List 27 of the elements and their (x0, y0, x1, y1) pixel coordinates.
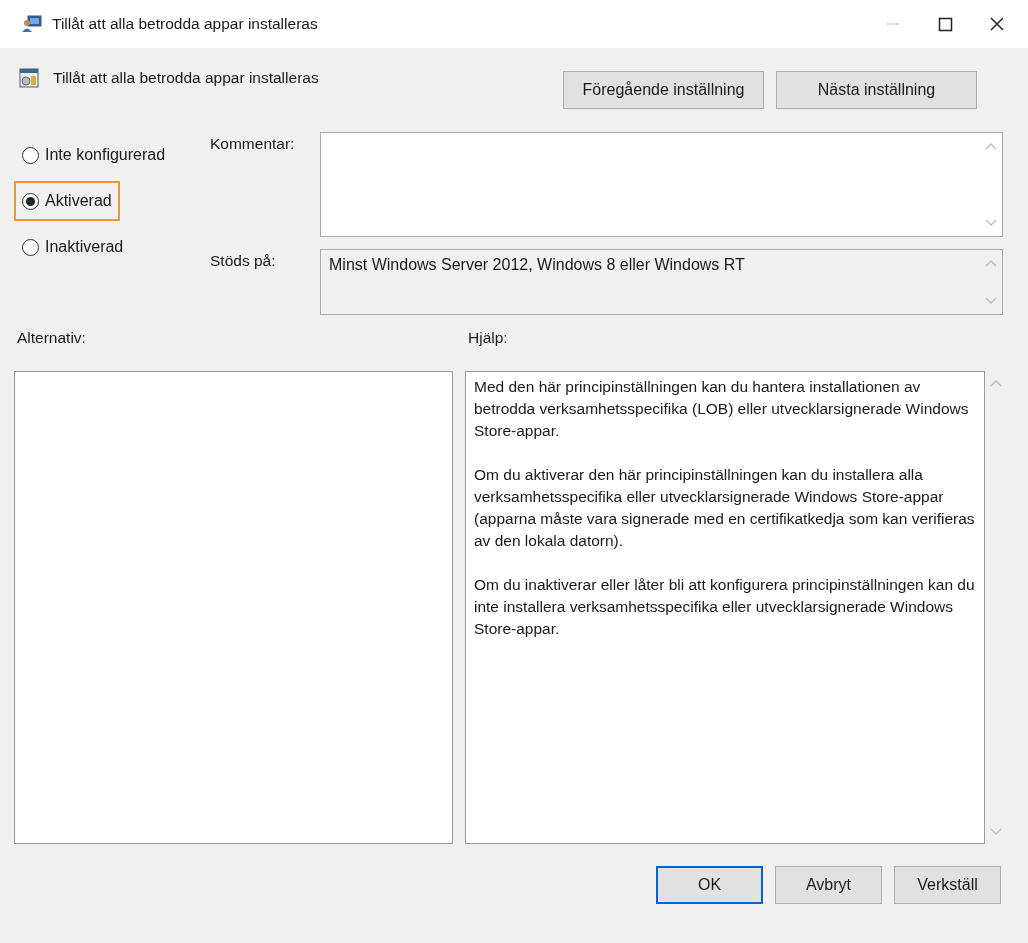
policy-name: Tillåt att alla betrodda appar installeras (53, 69, 319, 87)
setting-nav-button[interactable]: Föregående inställning (563, 71, 764, 109)
help-paragraph: Om du inaktiverar eller låter bli att konfigurera principinställningen kan du inte installera verksamhetsspecifika eller utvecklarsignerade Windows Store-appar. (474, 575, 976, 639)
help-paragraph: Om du aktiverar den här principinställningen kan du installera alla verksamhetsspecifika eller utvecklarsignerade Windows Store-appar (apparna måste vara signerade med en certifikatkedja som kan verifieras av den lokala datorn). (474, 465, 976, 551)
radio-option[interactable]: Aktiverad (14, 181, 120, 221)
radio-option[interactable]: Inaktiverad (14, 227, 132, 267)
computer-user-icon (22, 15, 42, 33)
scroll-up-icon[interactable] (985, 142, 997, 150)
comment-label: Kommentar: (210, 134, 296, 154)
window-title: Tillåt att alla betrodda appar installeras (52, 15, 319, 33)
comment-field[interactable] (320, 132, 1003, 237)
scroll-up-icon[interactable] (990, 379, 1002, 387)
supported-label: Stöds på: (210, 251, 277, 271)
scroll-up-icon[interactable] (985, 259, 997, 267)
setting-nav-button[interactable]: Nästa inställning (776, 71, 977, 109)
help-label: Hjälp: (467, 329, 509, 348)
help-paragraph: Med den här principinställningen kan du hantera installationen av betrodda verksamhetsspecifika (LOB) eller utvecklarsignerade Windows Store-appar. (474, 377, 970, 441)
options-label: Alternativ: (16, 329, 87, 348)
policy-setting-icon (19, 68, 39, 88)
radio-option[interactable]: Inte konfigurerad (14, 135, 174, 175)
scroll-down-icon[interactable] (985, 219, 997, 227)
scroll-down-icon[interactable] (990, 828, 1002, 836)
supported-value: Minst Windows Server 2012, Windows 8 eller Windows RT (329, 256, 745, 273)
dialog-button[interactable]: Avbryt (775, 866, 882, 904)
scroll-down-icon[interactable] (985, 297, 997, 305)
dialog-button[interactable]: OK (656, 866, 763, 904)
dialog-button[interactable]: Verkställ (894, 866, 1001, 904)
